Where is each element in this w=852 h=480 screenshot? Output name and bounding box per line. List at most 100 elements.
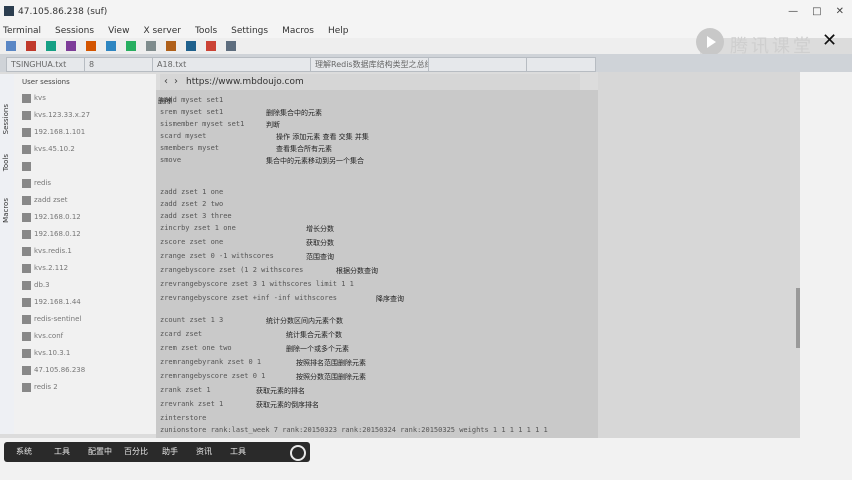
menu-sessions[interactable]: Sessions bbox=[55, 24, 94, 38]
list-item[interactable]: kvs.conf bbox=[34, 332, 63, 340]
list-item[interactable]: redis-sentinel bbox=[34, 315, 81, 323]
multiexec-icon[interactable] bbox=[146, 41, 156, 51]
tools-side-label[interactable]: Tools bbox=[2, 154, 12, 171]
command-line: zrevrangebyscore zset +inf -inf withscor… bbox=[160, 294, 338, 302]
power-icon[interactable] bbox=[290, 445, 306, 461]
right-edge-panel bbox=[800, 72, 852, 480]
menu-tools[interactable]: Tools bbox=[195, 24, 217, 38]
sessions-icon[interactable] bbox=[86, 41, 96, 51]
annotation: 删除一个或多个元素 bbox=[286, 345, 349, 353]
dock-button-6[interactable]: 资讯 bbox=[196, 446, 212, 457]
tunneling-icon[interactable] bbox=[166, 41, 176, 51]
annotation: 判断 bbox=[266, 121, 280, 129]
command-line: smembers myset bbox=[160, 144, 220, 152]
terminal-icon bbox=[22, 383, 31, 392]
window-titlebar: 47.105.86.238 (suf) — □ ✕ bbox=[0, 0, 852, 24]
terminal-icon bbox=[22, 213, 31, 222]
terminal-icon bbox=[22, 349, 31, 358]
new-session-icon[interactable] bbox=[6, 41, 16, 51]
command-line: srem myset set1 bbox=[160, 108, 224, 116]
settings-icon[interactable] bbox=[206, 41, 216, 51]
list-item[interactable]: kvs.redis.1 bbox=[34, 247, 72, 255]
split-icon[interactable] bbox=[126, 41, 136, 51]
command-line: smove bbox=[160, 156, 182, 164]
tab-1[interactable]: TSINGHUA.txt bbox=[6, 57, 86, 72]
help-icon[interactable] bbox=[226, 41, 236, 51]
list-item[interactable]: 192.168.1.44 bbox=[34, 298, 81, 306]
scrollbar-thumb[interactable] bbox=[796, 288, 800, 348]
list-item[interactable]: redis 2 bbox=[34, 383, 58, 391]
dock-button-4[interactable]: 百分比 bbox=[124, 446, 148, 457]
annotation: 降序查询 bbox=[376, 295, 404, 303]
app-icon bbox=[4, 6, 14, 16]
terminal-icon bbox=[22, 247, 31, 256]
view-icon[interactable] bbox=[106, 41, 116, 51]
back-icon[interactable]: ‹ bbox=[164, 76, 168, 87]
annotation: 增长分数 bbox=[306, 225, 334, 233]
command-line: zincrby zset 1 one bbox=[160, 224, 236, 232]
tab-3[interactable]: A18.txt bbox=[152, 57, 312, 72]
url-field[interactable]: https://www.mbdoujo.com bbox=[186, 77, 304, 87]
annotation: 集合中的元素移动到另一个集合 bbox=[266, 157, 364, 165]
annotation: 获取分数 bbox=[306, 239, 334, 247]
window-controls: — □ ✕ bbox=[788, 6, 844, 17]
menu-help[interactable]: Help bbox=[328, 24, 349, 38]
servers-icon[interactable] bbox=[26, 41, 36, 51]
annotation: 按照排名范围删除元素 bbox=[296, 359, 366, 367]
command-line: zrangebyscore zset (1 2 withscores bbox=[160, 266, 304, 274]
floating-dock: 系统 工具 配置中 百分比 助手 资讯 工具 bbox=[4, 442, 310, 462]
menu-settings[interactable]: Settings bbox=[231, 24, 268, 38]
list-item[interactable]: 192.168.1.101 bbox=[34, 128, 85, 136]
annotation: 按照分数范围删除元素 bbox=[296, 373, 366, 381]
sessions-side-label[interactable]: Sessions bbox=[2, 104, 12, 134]
menu-terminal[interactable]: Terminal bbox=[3, 24, 41, 38]
annotation: 操作 添加元素 查看 交集 并集 bbox=[276, 133, 369, 141]
command-line: zcard zset bbox=[160, 330, 203, 338]
annotation: 查看集合所有元素 bbox=[276, 145, 332, 153]
overlay-close-button[interactable]: ✕ bbox=[822, 30, 837, 51]
list-item[interactable]: kvs.123.33.x.27 bbox=[34, 111, 90, 119]
play-icon bbox=[696, 28, 724, 56]
dock-button-3[interactable]: 配置中 bbox=[88, 446, 112, 457]
list-item[interactable]: kvs.2.112 bbox=[34, 264, 68, 272]
list-item[interactable]: kvs.10.3.1 bbox=[34, 349, 70, 357]
tools-icon[interactable] bbox=[46, 41, 56, 51]
terminal-icon bbox=[22, 366, 31, 375]
tab-4[interactable]: 理解Redis数据库结构类型之总结 bbox=[310, 57, 430, 72]
dock-button-1[interactable]: 系统 bbox=[16, 446, 32, 457]
list-item[interactable]: zadd zset bbox=[34, 196, 67, 204]
maximize-button[interactable]: □ bbox=[812, 6, 821, 17]
command-line: zadd zset 2 two bbox=[160, 200, 224, 208]
minimize-button[interactable]: — bbox=[788, 6, 798, 17]
packages-icon[interactable] bbox=[186, 41, 196, 51]
list-item[interactable]: 192.168.0.12 bbox=[34, 213, 81, 221]
list-item[interactable]: 47.105.86.238 bbox=[34, 366, 85, 374]
close-button[interactable]: ✕ bbox=[836, 6, 844, 17]
menu-xserver[interactable]: X server bbox=[143, 24, 181, 38]
dock-button-5[interactable]: 助手 bbox=[162, 446, 178, 457]
terminal-area[interactable]: sadd myset set1 删除 srem myset set1 删除集合中… bbox=[156, 90, 598, 438]
command-line: zrevrangebyscore zset 3 1 withscores lim… bbox=[160, 280, 354, 288]
tab-5[interactable] bbox=[428, 57, 528, 72]
dock-button-2[interactable]: 工具 bbox=[54, 446, 70, 457]
menu-view[interactable]: View bbox=[108, 24, 129, 38]
menu-macros[interactable]: Macros bbox=[282, 24, 314, 38]
tab-6[interactable] bbox=[526, 57, 596, 72]
macros-side-label[interactable]: Macros bbox=[2, 198, 12, 223]
right-pane bbox=[598, 72, 800, 438]
command-line: zinterstore bbox=[160, 414, 207, 422]
list-item[interactable]: db.3 bbox=[34, 281, 50, 289]
list-item[interactable]: kvs bbox=[34, 94, 46, 102]
forward-icon[interactable]: › bbox=[174, 76, 178, 87]
list-item[interactable]: 192.168.0.12 bbox=[34, 230, 81, 238]
tab-2[interactable]: 8 bbox=[84, 57, 154, 72]
games-icon[interactable] bbox=[66, 41, 76, 51]
terminal-icon bbox=[22, 145, 31, 154]
list-item[interactable]: redis bbox=[34, 179, 51, 187]
command-line: zremrangebyscore zset 0 1 bbox=[160, 372, 266, 380]
list-item[interactable]: kvs.45.10.2 bbox=[34, 145, 75, 153]
command-line: zadd zset 1 one bbox=[160, 188, 224, 196]
dock-button-7[interactable]: 工具 bbox=[230, 446, 246, 457]
session-sidebar: User sessions kvs kvs.123.33.x.27 192.16… bbox=[14, 74, 156, 434]
terminal-icon bbox=[22, 315, 31, 324]
